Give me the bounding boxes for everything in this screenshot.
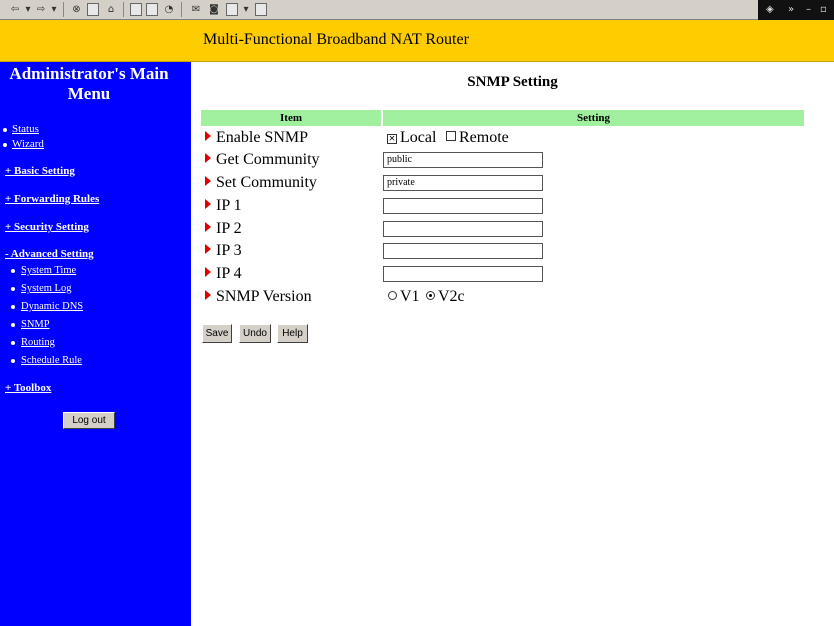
bullet-icon xyxy=(11,341,15,345)
arrow-right-icon xyxy=(205,176,211,186)
column-header-setting: Setting xyxy=(383,110,804,126)
back-dropdown-icon[interactable]: ▾ xyxy=(24,3,32,16)
sidebar-item-schedule-rule[interactable]: Schedule Rule xyxy=(21,354,82,367)
table-row-label: SNMP Version xyxy=(205,288,312,306)
ip2-input[interactable] xyxy=(383,221,543,237)
bullet-icon xyxy=(11,323,15,327)
local-checkbox[interactable]: ✕ xyxy=(387,134,397,144)
bullet-icon xyxy=(11,359,15,363)
bullet-icon xyxy=(11,287,15,291)
mail-icon[interactable]: ✉ xyxy=(188,3,204,16)
table-row-label: IP 1 xyxy=(205,197,242,215)
arrow-right-icon xyxy=(205,199,211,209)
enable-snmp-local[interactable]: ✕ Local xyxy=(387,129,436,147)
sidebar-item-system-log[interactable]: System Log xyxy=(21,282,71,295)
local-label: Local xyxy=(400,129,437,146)
enable-snmp-remote[interactable]: Remote xyxy=(446,129,509,147)
v1-label: V1 xyxy=(400,288,420,305)
undo-button[interactable]: Undo xyxy=(239,324,271,343)
sidebar-item-wizard[interactable]: Wizard xyxy=(12,138,44,151)
help-button[interactable]: Help xyxy=(277,324,308,343)
links-area: ◈ » – ▫ xyxy=(758,0,834,20)
bullet-icon xyxy=(11,305,15,309)
stop-icon[interactable]: ⊗ xyxy=(70,3,83,16)
history-icon[interactable]: ◔ xyxy=(162,3,176,16)
v1-radio[interactable] xyxy=(388,291,397,300)
minimize-icon[interactable]: – xyxy=(806,3,811,16)
favorites-icon[interactable] xyxy=(146,3,158,16)
edit-dropdown-icon[interactable]: ▾ xyxy=(242,3,250,16)
sidebar: Administrator's Main Menu Status Wizard … xyxy=(0,62,191,626)
remote-checkbox[interactable] xyxy=(446,131,456,141)
table-row-label: Set Community xyxy=(205,174,317,192)
router-header: Multi-Functional Broadband NAT Router xyxy=(0,20,834,62)
bullet-icon xyxy=(3,128,7,132)
arrow-right-icon xyxy=(205,267,211,277)
sidebar-item-system-time[interactable]: System Time xyxy=(21,264,76,277)
page-title: SNMP Setting xyxy=(467,74,558,90)
save-button[interactable]: Save xyxy=(202,324,232,343)
sidebar-item-forwarding-rules[interactable]: + Forwarding Rules xyxy=(5,193,99,206)
ie-logo-icon: ◈ xyxy=(766,4,774,15)
table-row-label: IP 3 xyxy=(205,242,242,260)
discuss-icon[interactable] xyxy=(255,3,267,16)
table-row-label: IP 2 xyxy=(205,220,242,238)
column-header-item: Item xyxy=(201,110,381,126)
sidebar-title: Administrator's Main Menu xyxy=(9,64,169,103)
search-icon[interactable] xyxy=(130,3,142,16)
browser-toolbar: ⇦ ▾ ⇨ ▾ ⊗ ⌂ ◔ ✉ ◙ ▾ ◈ » – ▫ xyxy=(0,0,834,20)
set-community-input[interactable]: private xyxy=(383,175,543,191)
home-icon[interactable]: ⌂ xyxy=(104,3,118,16)
snmp-version-v1[interactable]: V1 xyxy=(388,288,420,306)
ip3-input[interactable] xyxy=(383,243,543,259)
sidebar-item-routing[interactable]: Routing xyxy=(21,336,55,349)
ip1-input[interactable] xyxy=(383,198,543,214)
v2c-radio[interactable] xyxy=(426,291,435,300)
links-chevron[interactable]: » xyxy=(788,3,794,16)
ip4-input[interactable] xyxy=(383,266,543,282)
arrow-right-icon xyxy=(205,131,211,141)
arrow-right-icon xyxy=(205,244,211,254)
snmp-version-v2c[interactable]: V2c xyxy=(426,288,465,306)
sidebar-item-advanced-setting[interactable]: - Advanced Setting xyxy=(5,248,94,261)
arrow-right-icon xyxy=(205,222,211,232)
sidebar-item-snmp[interactable]: SNMP xyxy=(21,318,50,331)
table-row-label: Get Community xyxy=(205,151,320,169)
arrow-right-icon xyxy=(205,153,211,163)
logout-button[interactable]: Log out xyxy=(63,412,115,429)
print-icon[interactable]: ◙ xyxy=(207,3,221,16)
restore-icon[interactable]: ▫ xyxy=(820,3,827,16)
table-row-label: Enable SNMP xyxy=(205,129,308,147)
v2c-label: V2c xyxy=(438,288,465,305)
sidebar-item-dynamic-dns[interactable]: Dynamic DNS xyxy=(21,300,83,313)
table-row-label: IP 4 xyxy=(205,265,242,283)
back-icon[interactable]: ⇦ xyxy=(8,3,22,16)
arrow-right-icon xyxy=(205,290,211,300)
bullet-icon xyxy=(3,143,7,147)
refresh-icon[interactable] xyxy=(87,3,99,16)
forward-icon[interactable]: ⇨ xyxy=(34,3,48,16)
router-title: Multi-Functional Broadband NAT Router xyxy=(203,31,469,48)
get-community-input[interactable]: public xyxy=(383,152,543,168)
sidebar-item-status[interactable]: Status xyxy=(12,123,39,136)
remote-label: Remote xyxy=(459,129,509,146)
edit-icon[interactable] xyxy=(226,3,238,16)
sidebar-item-security-setting[interactable]: + Security Setting xyxy=(5,221,89,234)
sidebar-item-toolbox[interactable]: + Toolbox xyxy=(5,382,51,395)
sidebar-item-basic-setting[interactable]: + Basic Setting xyxy=(5,165,75,178)
bullet-icon xyxy=(11,269,15,273)
forward-dropdown-icon[interactable]: ▾ xyxy=(50,3,58,16)
